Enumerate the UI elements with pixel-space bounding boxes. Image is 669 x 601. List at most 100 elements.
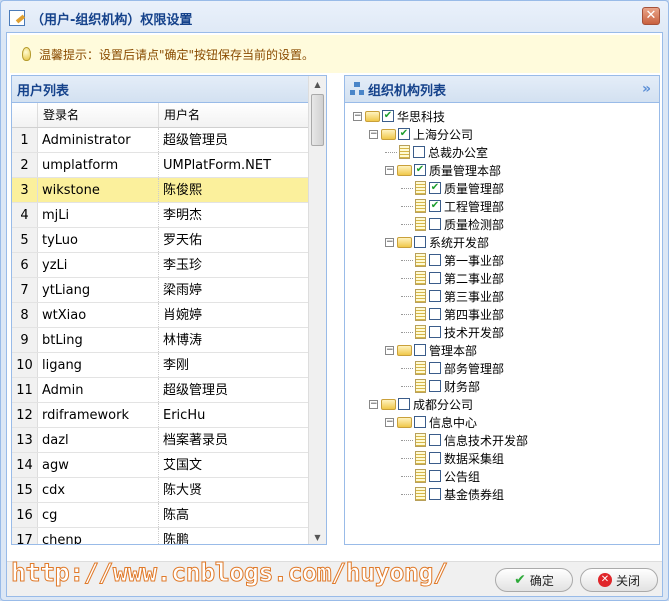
- vertical-scrollbar[interactable]: ▲ ▼: [308, 76, 326, 544]
- node-label[interactable]: 公告组: [444, 468, 480, 485]
- column-header-username[interactable]: 用户名: [159, 103, 308, 127]
- node-checkbox[interactable]: [429, 254, 441, 266]
- node-checkbox[interactable]: [414, 236, 426, 248]
- collapse-toggle-icon[interactable]: −: [385, 165, 394, 175]
- tree-node[interactable]: 第三事业部: [345, 287, 659, 305]
- tree-node[interactable]: 信息技术开发部: [345, 431, 659, 449]
- table-row[interactable]: 14 agw 艾国文: [12, 453, 308, 478]
- node-checkbox[interactable]: [429, 434, 441, 446]
- table-row[interactable]: 11 Admin 超级管理员: [12, 378, 308, 403]
- table-row[interactable]: 6 yzLi 李玉珍: [12, 253, 308, 278]
- node-checkbox[interactable]: [429, 218, 441, 230]
- table-row[interactable]: 16 cg 陈高: [12, 503, 308, 528]
- node-checkbox[interactable]: [429, 488, 441, 500]
- node-label[interactable]: 数据采集组: [444, 450, 504, 467]
- node-checkbox[interactable]: [429, 380, 441, 392]
- table-row[interactable]: 12 rdiframework EricHu: [12, 403, 308, 428]
- node-label[interactable]: 管理本部: [429, 342, 477, 359]
- table-row[interactable]: 13 dazl 档案著录员: [12, 428, 308, 453]
- node-label[interactable]: 第二事业部: [444, 270, 504, 287]
- tree-node[interactable]: − 成都分公司: [345, 395, 659, 413]
- node-label[interactable]: 质量管理部: [444, 180, 504, 197]
- tree-node[interactable]: − ✔ 质量管理本部: [345, 161, 659, 179]
- tree-node[interactable]: ✔ 质量管理部: [345, 179, 659, 197]
- collapse-toggle-icon[interactable]: −: [369, 399, 378, 409]
- node-label[interactable]: 质量检测部: [444, 216, 504, 233]
- table-row[interactable]: 15 cdx 陈大贤: [12, 478, 308, 503]
- table-row[interactable]: 4 mjLi 李明杰: [12, 203, 308, 228]
- node-label[interactable]: 第四事业部: [444, 306, 504, 323]
- node-checkbox[interactable]: [413, 146, 425, 158]
- node-checkbox[interactable]: [429, 452, 441, 464]
- tree-node[interactable]: 总裁办公室: [345, 143, 659, 161]
- node-checkbox[interactable]: ✔: [429, 182, 441, 194]
- tree-node[interactable]: 第二事业部: [345, 269, 659, 287]
- tree-node[interactable]: 数据采集组: [345, 449, 659, 467]
- node-checkbox[interactable]: ✔: [398, 128, 410, 140]
- node-checkbox[interactable]: ✔: [429, 200, 441, 212]
- table-row[interactable]: 2 umplatform UMPlatForm.NET: [12, 153, 308, 178]
- table-row[interactable]: 3 wikstone 陈俊熙: [12, 178, 308, 203]
- table-row[interactable]: 5 tyLuo 罗天佑: [12, 228, 308, 253]
- node-label[interactable]: 总裁办公室: [428, 144, 488, 161]
- tree-node[interactable]: − 管理本部: [345, 341, 659, 359]
- node-label[interactable]: 质量管理本部: [429, 162, 501, 179]
- collapse-toggle-icon[interactable]: −: [385, 237, 394, 247]
- node-label[interactable]: 成都分公司: [413, 396, 473, 413]
- table-row[interactable]: 1 Administrator 超级管理员: [12, 128, 308, 153]
- scroll-thumb[interactable]: [311, 94, 324, 146]
- node-label[interactable]: 部务管理部: [444, 360, 504, 377]
- node-checkbox[interactable]: [398, 398, 410, 410]
- tree-node[interactable]: − ✔ 上海分公司: [345, 125, 659, 143]
- node-label[interactable]: 上海分公司: [413, 126, 473, 143]
- tree-node[interactable]: 第四事业部: [345, 305, 659, 323]
- table-row[interactable]: 9 btLing 林博涛: [12, 328, 308, 353]
- collapse-toggle-icon[interactable]: −: [369, 129, 378, 139]
- tree-node[interactable]: 质量检测部: [345, 215, 659, 233]
- node-label[interactable]: 系统开发部: [429, 234, 489, 251]
- node-checkbox[interactable]: [429, 362, 441, 374]
- close-dialog-button[interactable]: ✕ 关闭: [580, 568, 658, 592]
- tree-node[interactable]: 基金债券组: [345, 485, 659, 503]
- table-row[interactable]: 8 wtXiao 肖婉婷: [12, 303, 308, 328]
- tree-node[interactable]: − ✔ 华思科技: [345, 107, 659, 125]
- tree-node[interactable]: 技术开发部: [345, 323, 659, 341]
- scroll-up-arrow-icon[interactable]: ▲: [309, 76, 326, 93]
- tree-node[interactable]: 部务管理部: [345, 359, 659, 377]
- node-checkbox[interactable]: [414, 416, 426, 428]
- tree-node[interactable]: − 系统开发部: [345, 233, 659, 251]
- node-checkbox[interactable]: [429, 308, 441, 320]
- tree-node[interactable]: 财务部: [345, 377, 659, 395]
- node-label[interactable]: 信息技术开发部: [444, 432, 528, 449]
- tree-node[interactable]: 第一事业部: [345, 251, 659, 269]
- node-checkbox[interactable]: [429, 290, 441, 302]
- node-label[interactable]: 工程管理部: [444, 198, 504, 215]
- tree-node[interactable]: ✔ 工程管理部: [345, 197, 659, 215]
- scroll-down-arrow-icon[interactable]: ▼: [309, 529, 326, 544]
- node-checkbox[interactable]: [429, 272, 441, 284]
- node-label[interactable]: 第三事业部: [444, 288, 504, 305]
- node-checkbox[interactable]: [414, 344, 426, 356]
- collapse-toggle-icon[interactable]: −: [385, 345, 394, 355]
- close-button[interactable]: ✕: [642, 7, 660, 25]
- node-checkbox[interactable]: ✔: [414, 164, 426, 176]
- double-chevron-right-icon[interactable]: »: [642, 81, 651, 97]
- node-label[interactable]: 财务部: [444, 378, 480, 395]
- node-checkbox[interactable]: [429, 470, 441, 482]
- confirm-button[interactable]: ✔ 确定: [495, 568, 573, 592]
- node-checkbox[interactable]: ✔: [382, 110, 394, 122]
- tree-node[interactable]: 公告组: [345, 467, 659, 485]
- node-label[interactable]: 信息中心: [429, 414, 477, 431]
- node-label[interactable]: 技术开发部: [444, 324, 504, 341]
- table-row[interactable]: 10 ligang 李刚: [12, 353, 308, 378]
- node-checkbox[interactable]: [429, 326, 441, 338]
- table-row[interactable]: 7 ytLiang 梁雨婷: [12, 278, 308, 303]
- node-label[interactable]: 第一事业部: [444, 252, 504, 269]
- table-row[interactable]: 17 chenp 陈鹏: [12, 528, 308, 544]
- column-header-login[interactable]: 登录名: [38, 103, 159, 127]
- node-label[interactable]: 基金债券组: [444, 486, 504, 503]
- collapse-toggle-icon[interactable]: −: [385, 417, 394, 427]
- collapse-toggle-icon[interactable]: −: [353, 111, 362, 121]
- tree-node[interactable]: − 信息中心: [345, 413, 659, 431]
- node-label[interactable]: 华思科技: [397, 108, 445, 125]
